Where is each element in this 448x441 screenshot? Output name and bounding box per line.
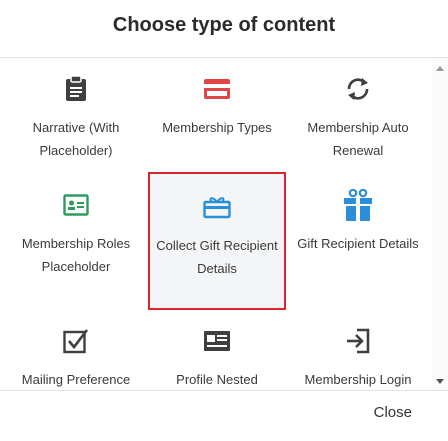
content-type-list[interactable]: Narrative (With Placeholder) Membership … <box>0 58 448 390</box>
close-button[interactable]: Close <box>374 404 412 421</box>
profile-card-icon <box>148 324 286 358</box>
gift-card-icon <box>150 190 284 224</box>
tile-membership-login[interactable]: Membership Login <box>289 324 427 390</box>
sync-icon <box>289 72 427 106</box>
scroll-up-arrow-icon[interactable] <box>436 66 444 71</box>
tile-membership-auto-renewal[interactable]: Membership Auto Renewal <box>289 72 427 176</box>
tile-label: Membership Auto Renewal <box>307 120 409 158</box>
sign-in-icon <box>289 324 427 358</box>
tile-mailing-preference[interactable]: Mailing Preference <box>7 324 145 390</box>
tile-label: Membership Roles Placeholder <box>21 236 131 274</box>
card-icon <box>148 72 286 106</box>
tile-label: Profile Nested <box>176 372 258 387</box>
tile-membership-roles-placeholder[interactable]: Membership Roles Placeholder <box>7 188 145 292</box>
tile-profile-nested[interactable]: Profile Nested <box>148 324 286 390</box>
tile-gift-recipient-details[interactable]: Gift Recipient Details <box>289 188 427 292</box>
dialog-title: Choose type of content <box>112 14 336 36</box>
tile-collect-gift-recipient-details[interactable]: Collect Gift Recipient Details <box>148 172 286 310</box>
gift-icon <box>289 188 427 222</box>
dialog-footer: Close <box>0 390 448 441</box>
tile-label: Gift Recipient Details <box>297 236 419 251</box>
checkbox-icon <box>7 324 145 358</box>
clipboard-icon <box>7 72 145 106</box>
tile-label: Membership Types <box>162 120 272 135</box>
scroll-down-arrow-icon[interactable] <box>436 379 444 384</box>
tile-membership-types[interactable]: Membership Types <box>148 72 286 176</box>
choose-content-dialog: Choose type of content Narrative (With P… <box>0 0 448 441</box>
tile-narrative-with-placeholder[interactable]: Narrative (With Placeholder) <box>7 72 145 176</box>
id-card-icon <box>7 188 145 222</box>
tile-label: Mailing Preference <box>21 372 131 387</box>
vertical-scrollbar[interactable] <box>432 58 448 390</box>
dialog-header: Choose type of content <box>0 0 448 58</box>
tile-label: Collect Gift Recipient Details <box>156 238 278 276</box>
tile-label: Narrative (With Placeholder) <box>32 120 120 158</box>
tile-label: Membership Login <box>304 372 412 387</box>
